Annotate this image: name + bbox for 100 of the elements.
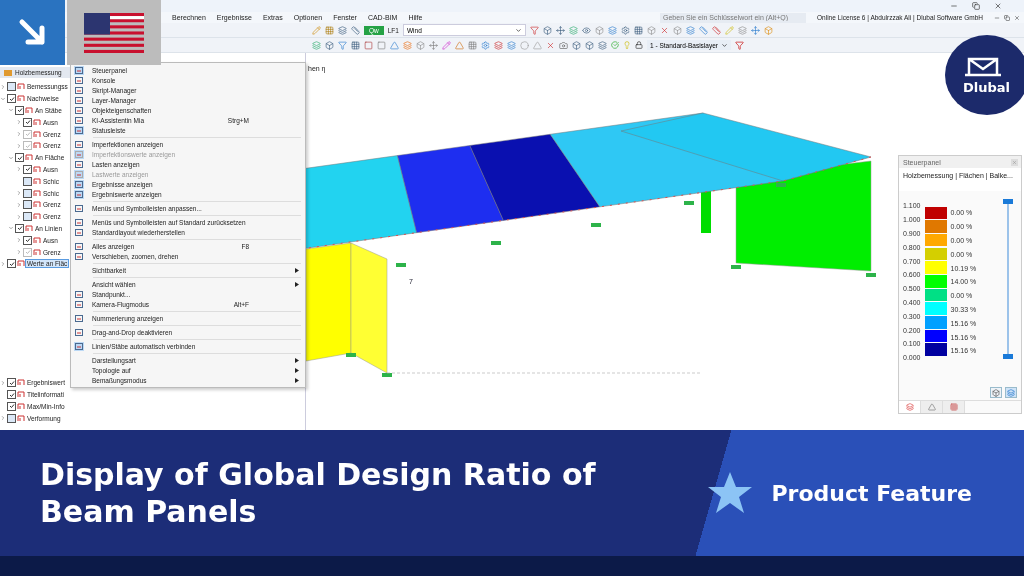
checkbox[interactable]: [23, 164, 32, 174]
layers-icon[interactable]: [607, 25, 617, 35]
box-icon[interactable]: [672, 25, 682, 35]
triangle-icon[interactable]: [390, 40, 399, 50]
camera-icon[interactable]: [559, 40, 568, 50]
layers-icon[interactable]: [338, 25, 347, 35]
checkbox[interactable]: [15, 106, 24, 115]
expand-icon[interactable]: [16, 201, 22, 208]
triangle-icon: [927, 403, 936, 411]
window-button[interactable]: [990, 387, 1002, 398]
caret-icon[interactable]: [514, 26, 522, 34]
ruler-icon[interactable]: [351, 25, 360, 35]
expand-icon[interactable]: [16, 190, 22, 197]
layers-icon[interactable]: [685, 25, 695, 35]
checkbox[interactable]: [7, 94, 16, 104]
move-icon[interactable]: [750, 25, 760, 35]
close-icon[interactable]: [659, 25, 669, 35]
layers-icon[interactable]: [568, 25, 578, 35]
panel-tab[interactable]: [899, 401, 921, 413]
folder-icon: [4, 69, 12, 76]
minimize-icon[interactable]: [950, 2, 958, 10]
legend-button[interactable]: [1005, 387, 1017, 398]
circle-icon[interactable]: [520, 40, 529, 50]
box-icon[interactable]: [572, 40, 581, 50]
checkbox[interactable]: [7, 413, 16, 423]
checkbox[interactable]: [7, 390, 16, 399]
expand-icon[interactable]: [0, 260, 6, 267]
restore-icon[interactable]: [972, 2, 980, 10]
layers-icon[interactable]: [494, 40, 503, 50]
checkbox[interactable]: [7, 401, 16, 411]
checkbox[interactable]: [7, 259, 16, 269]
square-icon[interactable]: [377, 40, 386, 50]
settings-icon[interactable]: [481, 40, 490, 50]
triangle-icon[interactable]: [533, 40, 542, 50]
checkbox[interactable]: [15, 223, 24, 233]
filter-icon[interactable]: [529, 25, 539, 35]
settings-icon[interactable]: [620, 25, 630, 35]
checkbox[interactable]: [7, 82, 16, 92]
box-icon[interactable]: [646, 25, 656, 35]
pencil-icon[interactable]: [312, 25, 321, 35]
checkbox[interactable]: [23, 176, 32, 186]
layers-icon[interactable]: [403, 40, 412, 50]
checkbox[interactable]: [7, 378, 16, 388]
ruler-icon[interactable]: [698, 25, 708, 35]
lock-icon[interactable]: [635, 41, 643, 49]
node-icon: [33, 118, 41, 126]
expand-icon[interactable]: [8, 154, 14, 161]
square-icon[interactable]: [364, 40, 373, 50]
box-icon[interactable]: [542, 25, 552, 35]
check-icon[interactable]: [611, 41, 619, 49]
checkbox[interactable]: [15, 153, 24, 163]
close-icon[interactable]: [546, 40, 555, 50]
node-icon: [33, 177, 41, 185]
filter-icon[interactable]: [734, 40, 744, 50]
panel-tab[interactable]: [943, 401, 965, 413]
node-icon: [17, 260, 25, 268]
pencil-icon[interactable]: [442, 40, 451, 50]
box-icon[interactable]: [325, 40, 334, 50]
checkbox[interactable]: [23, 212, 32, 222]
checkbox[interactable]: [23, 235, 32, 245]
node-icon: [33, 201, 41, 209]
expand-icon[interactable]: [0, 379, 6, 386]
box-icon[interactable]: [416, 40, 425, 50]
star-icon: [707, 471, 754, 515]
expand-icon[interactable]: [0, 415, 6, 422]
box-icon[interactable]: [585, 40, 594, 50]
ruler-icon[interactable]: [711, 25, 721, 35]
caret-icon[interactable]: [720, 41, 728, 49]
move-icon[interactable]: [555, 25, 565, 35]
expand-icon[interactable]: [16, 119, 22, 126]
triangle-icon[interactable]: [455, 40, 464, 50]
node-icon: [17, 391, 25, 398]
node-icon: [17, 95, 25, 103]
checkbox[interactable]: [23, 188, 32, 198]
bulb-icon[interactable]: [623, 41, 631, 49]
expand-icon[interactable]: [0, 83, 6, 90]
layers-icon[interactable]: [598, 40, 607, 50]
restore-icon[interactable]: [1004, 14, 1010, 21]
checkbox[interactable]: [23, 117, 32, 127]
minimize-icon[interactable]: [994, 14, 1000, 21]
expand-icon[interactable]: [8, 107, 14, 114]
expand-icon[interactable]: [16, 213, 22, 220]
expand-icon[interactable]: [0, 95, 6, 102]
box-icon[interactable]: [594, 25, 604, 35]
layers-icon[interactable]: [507, 40, 516, 50]
close-icon[interactable]: [1014, 14, 1020, 21]
box-icon[interactable]: [763, 25, 773, 35]
layers-icon[interactable]: [737, 25, 747, 35]
checkbox[interactable]: [23, 200, 32, 210]
close-button[interactable]: [1011, 158, 1018, 166]
move-icon[interactable]: [429, 40, 438, 50]
expand-icon[interactable]: [16, 237, 22, 244]
close-icon[interactable]: [994, 2, 1002, 10]
filter-icon[interactable]: [338, 40, 347, 50]
expand-icon[interactable]: [16, 166, 22, 173]
pencil-icon[interactable]: [724, 25, 734, 35]
panel-tab[interactable]: [921, 401, 943, 413]
layers-icon[interactable]: [312, 40, 321, 50]
eye-icon[interactable]: [581, 25, 591, 35]
expand-icon[interactable]: [8, 225, 14, 232]
